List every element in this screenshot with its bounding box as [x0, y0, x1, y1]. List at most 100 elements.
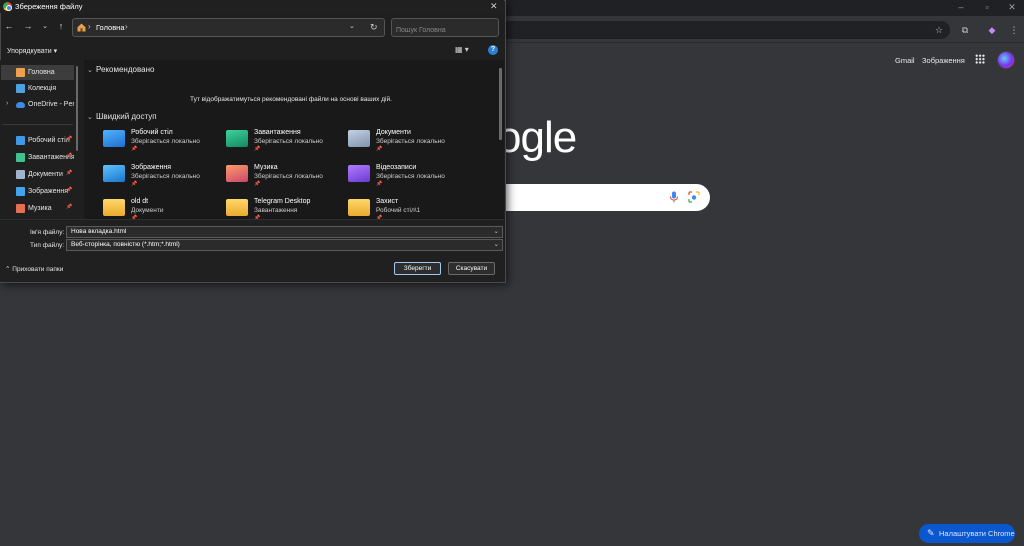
downloads-folder-icon	[226, 130, 248, 147]
quick-access-location: Документи	[131, 207, 164, 214]
sidebar-item-label: OneDrive - Pers	[28, 101, 74, 108]
chevron-down-icon[interactable]: ⌄	[494, 240, 499, 248]
chevron-down-icon[interactable]: ⌄	[349, 22, 355, 30]
close-icon[interactable]: ✕	[490, 1, 498, 12]
window-close-icon[interactable]: ✕	[1005, 1, 1019, 13]
pictures-folder-icon	[103, 165, 125, 182]
help-icon[interactable]: ?	[488, 45, 498, 55]
nav-divider	[3, 124, 73, 125]
pin-icon: 📌	[66, 170, 73, 176]
recommended-empty-message: Тут відображатимуться рекомендовані файл…	[190, 96, 392, 103]
filetype-label: Тип файлу:	[30, 242, 65, 249]
quick-access-name: Документи	[376, 129, 411, 136]
organize-button[interactable]: Упорядкувати ▾	[7, 47, 57, 55]
extensions-icon[interactable]: ⧉	[959, 24, 971, 36]
recent-locations-chevron-icon[interactable]: ⌄	[39, 22, 51, 30]
sidebar-item[interactable]: Головна	[1, 65, 74, 80]
quick-access-location: Зберігається локально	[254, 173, 323, 180]
pin-icon: 📌	[66, 153, 73, 159]
pin-icon: 📌	[254, 146, 261, 152]
quick-access-name: Зображення	[131, 164, 172, 171]
sidebar-item-label: Головна	[28, 69, 55, 76]
quick-access-name: Робочий стіл	[131, 129, 173, 136]
mic-icon[interactable]	[669, 191, 679, 203]
google-apps-icon[interactable]	[975, 54, 985, 64]
chrome-menu-icon[interactable]: ⋮	[1008, 24, 1020, 36]
quick-access-item[interactable]: Документи Зберігається локально 📌	[348, 129, 468, 161]
nav-scrollbar[interactable]	[76, 66, 78, 151]
folder-icon	[103, 199, 125, 216]
quick-access-location: Зберігається локально	[254, 138, 323, 145]
sidebar-item-label: Колекція	[28, 85, 57, 92]
pin-icon: 📌	[131, 181, 138, 187]
recommended-section-header[interactable]: ⌄ Рекомендовано	[87, 65, 154, 74]
customize-chrome-label: Налаштувати Chrome	[939, 529, 1015, 538]
sidebar-item[interactable]: › OneDrive - Pers	[1, 97, 74, 112]
music-folder-icon	[226, 165, 248, 182]
up-arrow-icon[interactable]: ↑	[55, 21, 67, 31]
sidebar-item[interactable]: Документи 📌	[1, 167, 74, 182]
quick-access-location: Зберігається локально	[131, 173, 200, 180]
filename-field[interactable]: Нова вкладка.html ⌄	[66, 226, 503, 238]
minimize-icon[interactable]: –	[954, 1, 968, 13]
lens-icon[interactable]	[688, 191, 700, 203]
chevron-down-icon: ⌄	[87, 67, 93, 74]
quick-access-location: Зберігається локально	[131, 138, 200, 145]
sidebar-item-label: Музика	[28, 205, 52, 212]
filetype-select[interactable]: Веб-сторінка, повністю (*.htm;*.html) ⌄	[66, 239, 503, 251]
sidebar-item-label: Зображення	[28, 188, 69, 195]
hide-folders-label: Приховати папки	[12, 266, 64, 273]
quick-access-item[interactable]: Завантаження Зберігається локально 📌	[226, 129, 346, 161]
address-bar[interactable]: › Головна › ⌄ ↻	[72, 18, 385, 37]
chevron-down-icon[interactable]: ⌄	[494, 227, 499, 235]
breadcrumb-chevron-icon[interactable]: ›	[125, 22, 128, 31]
documents-icon	[16, 170, 25, 179]
quick-access-item[interactable]: Відеозаписи Зберігається локально 📌	[348, 164, 468, 196]
view-options-icon[interactable]: ▦ ▾	[455, 45, 473, 55]
cancel-button[interactable]: Скасувати	[448, 262, 495, 275]
dialog-title: Збереження файлу	[15, 2, 83, 11]
quick-access-section-header[interactable]: ⌄ Швидкий доступ	[87, 112, 157, 121]
music-icon	[16, 204, 25, 213]
quick-access-item[interactable]: Музика Зберігається локально 📌	[226, 164, 346, 196]
expand-chevron-icon[interactable]: ›	[6, 100, 8, 107]
pin-icon: 📌	[66, 204, 73, 210]
sidebar-item[interactable]: Колекція	[1, 81, 74, 96]
save-button[interactable]: Зберегти	[394, 262, 441, 275]
content-scrollbar[interactable]	[499, 68, 502, 140]
quick-access-name: Відеозаписи	[376, 164, 417, 171]
filetype-value: Веб-сторінка, повністю (*.htm;*.html)	[71, 241, 180, 248]
pin-icon: 📌	[254, 181, 261, 187]
videos-folder-icon	[348, 165, 370, 182]
pin-icon: 📌	[66, 187, 73, 193]
images-link[interactable]: Зображення	[922, 56, 965, 65]
home-icon	[16, 68, 25, 77]
sidebar-item[interactable]: Робочий стіл 📌	[1, 133, 74, 148]
filename-label: Ім'я файлу:	[30, 229, 65, 236]
chrome-omnibox[interactable]	[500, 21, 950, 39]
breadcrumb-chevron-icon: ›	[88, 22, 91, 31]
avatar[interactable]	[997, 51, 1015, 69]
folder-icon	[348, 199, 370, 216]
breadcrumb[interactable]: Головна	[96, 23, 125, 32]
back-arrow-icon[interactable]: ←	[3, 21, 15, 31]
refresh-icon[interactable]: ↻	[370, 22, 378, 33]
profile-extension-icon[interactable]: ◆	[986, 24, 998, 36]
maximize-icon[interactable]: ▫	[980, 1, 994, 13]
sidebar-item[interactable]: Завантаження 📌	[1, 150, 74, 165]
desktop-folder-icon	[103, 130, 125, 147]
sidebar-item[interactable]: Музика 📌	[1, 201, 74, 216]
quick-access-name: old dt	[131, 198, 149, 205]
documents-folder-icon	[348, 130, 370, 147]
customize-chrome-button[interactable]: ✎ Налаштувати Chrome	[919, 524, 1015, 543]
forward-arrow-icon[interactable]: →	[22, 21, 34, 31]
bookmark-star-icon[interactable]: ☆	[933, 24, 945, 36]
download-icon	[16, 153, 25, 162]
dialog-titlebar[interactable]: Збереження файлу ✕	[0, 0, 504, 13]
quick-access-item[interactable]: Зображення Зберігається локально 📌	[103, 164, 223, 196]
search-input[interactable]	[391, 18, 499, 37]
sidebar-item[interactable]: Зображення 📌	[1, 184, 74, 199]
hide-folders-button[interactable]: ⌃ Приховати папки	[5, 265, 63, 273]
quick-access-item[interactable]: Робочий стіл Зберігається локально 📌	[103, 129, 223, 161]
gmail-link[interactable]: Gmail	[895, 56, 915, 65]
